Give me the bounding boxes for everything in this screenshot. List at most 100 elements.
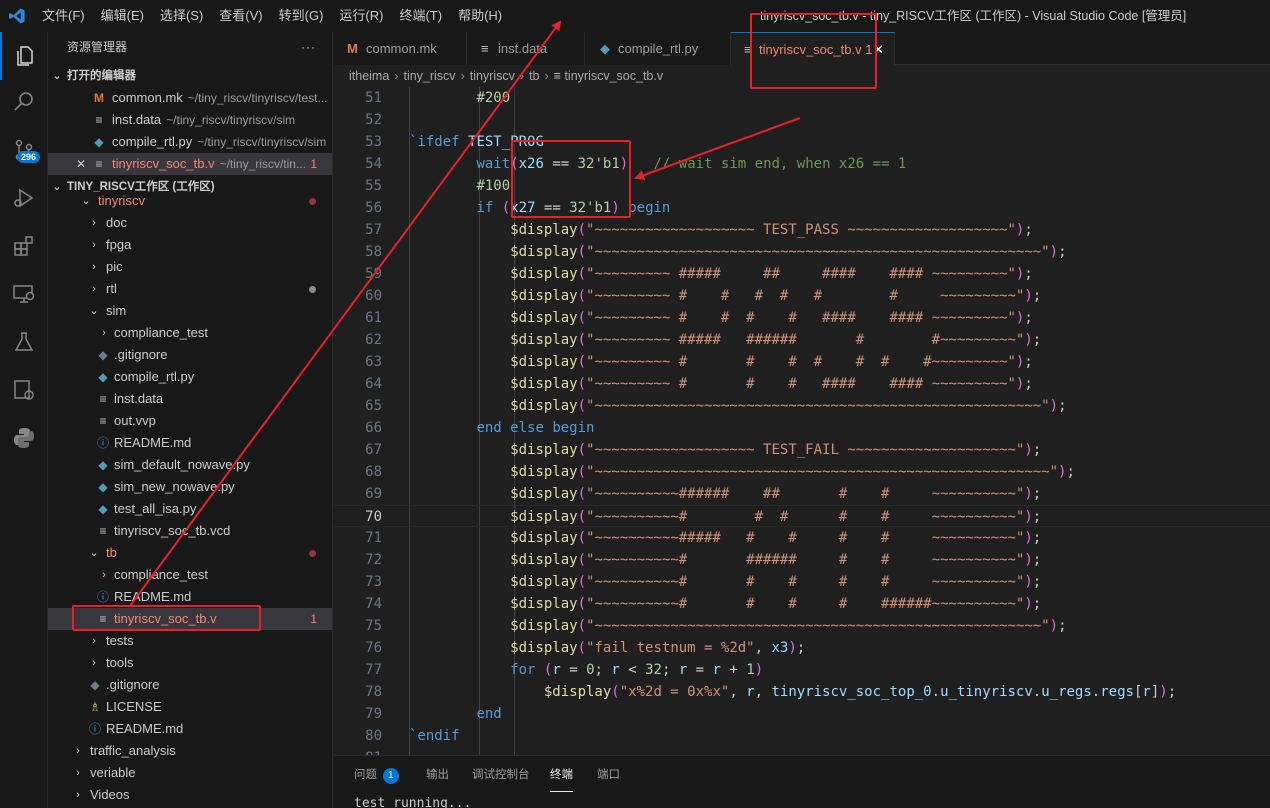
code-line[interactable]: 71 $display("~~~~~~~~~~##### # # # # ~~~… [334,527,1270,549]
code-line[interactable]: 70 $display("~~~~~~~~~~# # # # # ~~~~~~~… [334,505,1270,527]
tree-file-gitignore[interactable]: ◆ .gitignore [48,344,332,366]
tab-compile-rtl[interactable]: ◆ compile_rtl.py [585,32,731,65]
tree-file-sim-new[interactable]: ◆ sim_new_nowave.py [48,476,332,498]
code-line[interactable]: 66 end else begin [334,417,1270,439]
menu-run[interactable]: 运行(R) [331,0,391,32]
tree-folder-compliance-test[interactable]: › compliance_test [48,322,332,344]
menu-edit[interactable]: 编辑(E) [93,0,152,32]
close-icon[interactable]: ✕ [74,153,88,175]
tree-file-readme-root[interactable]: ⓘ README.md [48,718,332,740]
tree-file-license[interactable]: ♗ LICENSE [48,696,332,718]
tree-folder-tests[interactable]: › tests [48,630,332,652]
panel-tab-ports[interactable]: 端口 [597,756,620,794]
remote-explorer-icon[interactable] [0,270,48,318]
tab-common-mk[interactable]: M common.mk [334,32,467,65]
tree-folder-pic[interactable]: › pic [48,256,332,278]
code-line[interactable]: 51 #200 [334,87,1270,109]
panel-tab-output[interactable]: 输出 [426,756,449,794]
tree-folder-traffic-analysis[interactable]: › traffic_analysis [48,740,332,762]
code-line[interactable]: 52 [334,109,1270,131]
code-editor[interactable]: 51 #200 52 53 `ifdef TEST_PROG 54 wait(x26 =… [334,87,1270,755]
menu-selection[interactable]: 选择(S) [152,0,211,32]
code-line[interactable]: 58 $display("~~~~~~~~~~~~~~~~~~~~~~~~~~~… [334,241,1270,263]
tree-file-readme[interactable]: ⓘ README.md [48,432,332,454]
tree-folder-sim[interactable]: ⌄ sim [48,300,332,322]
tree-folder-fpga[interactable]: › fpga [48,234,332,256]
code-line[interactable]: 57 $display("~~~~~~~~~~~~~~~~~~~ TEST_PA… [334,219,1270,241]
menu-go[interactable]: 转到(G) [271,0,332,32]
explorer-icon[interactable] [0,32,48,80]
tree-folder-tinyriscv[interactable]: ⌄ tinyriscv [48,190,332,212]
open-editors-section[interactable]: ⌄ 打开的编辑器 [48,65,332,87]
code-line[interactable]: 65 $display("~~~~~~~~~~~~~~~~~~~~~~~~~~~… [334,395,1270,417]
breadcrumb-item[interactable]: tinyriscv_soc_tb.v [564,69,663,83]
tree-folder-doc[interactable]: › doc [48,212,332,234]
tab-inst-data[interactable]: ≡ inst.data [467,32,585,65]
code-line[interactable]: 55 #100 [334,175,1270,197]
tree-folder-compliance-test-tb[interactable]: › compliance_test [48,564,332,586]
python-file-icon: ◆ [94,135,104,149]
breadcrumb-item[interactable]: tinyriscv [470,69,515,83]
search-icon[interactable] [0,78,48,126]
code-line[interactable]: 76 $display("fail testnum = %2d", x3); [334,637,1270,659]
code-line[interactable]: 72 $display("~~~~~~~~~~# ###### # # ~~~~… [334,549,1270,571]
code-line[interactable]: 80 `endif [334,725,1270,747]
code-line[interactable]: 64 $display("~~~~~~~~~ # # # #### #### ~… [334,373,1270,395]
menu-file[interactable]: 文件(F) [34,0,93,32]
breadcrumb-item[interactable]: itheima [349,69,389,83]
tree-file-inst-data[interactable]: ≡ inst.data [48,388,332,410]
extensions-icon[interactable] [0,222,48,270]
python-icon[interactable] [0,414,48,462]
code-line[interactable]: 63 $display("~~~~~~~~~ # # # # # # #~~~~… [334,351,1270,373]
tree-file-compile-rtl[interactable]: ◆ compile_rtl.py [48,366,332,388]
more-actions-icon[interactable]: ··· [301,32,316,63]
code-line[interactable]: 62 $display("~~~~~~~~~ ##### ###### # #~… [334,329,1270,351]
code-line[interactable]: 79 end [334,703,1270,725]
menu-terminal[interactable]: 终端(T) [391,0,450,32]
tree-file-test-all-isa[interactable]: ◆ test_all_isa.py [48,498,332,520]
code-line[interactable]: 78 $display("x%2d = 0x%x", r, tinyriscv_… [334,681,1270,703]
terminal-output[interactable]: test running... [354,796,471,808]
breadcrumb-item[interactable]: tb [529,69,539,83]
code-line[interactable]: 69 $display("~~~~~~~~~~###### ## # # ~~~… [334,483,1270,505]
code-line[interactable]: 54 wait(x26 == 32'b1) // wait sim end, w… [334,153,1270,175]
open-editor-item[interactable]: ≡ inst.data ~/tiny_riscv/tinyriscv/sim [48,109,332,131]
code-text: $display("~~~~~~~~~~# # # # # ~~~~~~~~~~… [510,574,1042,590]
tree-folder-rtl[interactable]: › rtl [48,278,332,300]
code-line[interactable]: 53 `ifdef TEST_PROG [334,131,1270,153]
code-text: `endif [409,728,460,744]
open-editor-item[interactable]: ◆ compile_rtl.py ~/tiny_riscv/tinyriscv/s… [48,131,332,153]
testing-flask-icon[interactable] [0,318,48,366]
code-line[interactable]: 77 for (r = 0; r < 32; r = r + 1) [334,659,1270,681]
code-line[interactable]: 75 $display("~~~~~~~~~~~~~~~~~~~~~~~~~~~… [334,615,1270,637]
breadcrumb-item[interactable]: tiny_riscv [403,69,455,83]
tree-folder-tools[interactable]: › tools [48,652,332,674]
tree-file-sim-default[interactable]: ◆ sim_default_nowave.py [48,454,332,476]
code-line[interactable]: 68 $display("~~~~~~~~~~~~~~~~~~~~~~~~~~~… [334,461,1270,483]
tree-folder-tb[interactable]: ⌄ tb [48,542,332,564]
tree-file-gitignore-root[interactable]: ◆ .gitignore [48,674,332,696]
panel-tab-problems[interactable]: 问题 1 [354,756,399,794]
tree-folder-videos[interactable]: › Videos [48,784,332,806]
open-editor-path: ~/tiny_riscv/tinyriscv/test... [187,91,328,105]
menu-help[interactable]: 帮助(H) [450,0,510,32]
tree-folder-veriable[interactable]: › veriable [48,762,332,784]
code-line[interactable]: 61 $display("~~~~~~~~~ # # # # #### ####… [334,307,1270,329]
code-line[interactable]: 74 $display("~~~~~~~~~~# # # # ######~~~… [334,593,1270,615]
code-line[interactable]: 56 if (x27 == 32'b1) begin [334,197,1270,219]
source-control-icon[interactable] [0,126,48,174]
tree-file-vcd[interactable]: ≡ tinyriscv_soc_tb.vcd [48,520,332,542]
tree-file-out-vvp[interactable]: ≡ out.vvp [48,410,332,432]
code-line[interactable]: 81 [334,747,1270,755]
panel-tab-terminal[interactable]: 终端 [550,758,573,792]
code-line[interactable]: 73 $display("~~~~~~~~~~# # # # # ~~~~~~~… [334,571,1270,593]
code-line[interactable]: 60 $display("~~~~~~~~~ # # # # # # ~~~~~… [334,285,1270,307]
menu-view[interactable]: 查看(V) [211,0,270,32]
run-debug-icon[interactable] [0,174,48,222]
panel-tab-debug-console[interactable]: 调试控制台 [472,756,530,794]
open-editor-item[interactable]: M common.mk ~/tiny_riscv/tinyriscv/test..… [48,87,332,109]
open-editor-item-active[interactable]: ✕ ≡ tinyriscv_soc_tb.v ~/tiny_riscv/tin..… [48,153,332,175]
code-line[interactable]: 59 $display("~~~~~~~~~ ##### ## #### ###… [334,263,1270,285]
settings-sync-icon[interactable] [0,366,48,414]
code-line[interactable]: 67 $display("~~~~~~~~~~~~~~~~~~~ TEST_FA… [334,439,1270,461]
